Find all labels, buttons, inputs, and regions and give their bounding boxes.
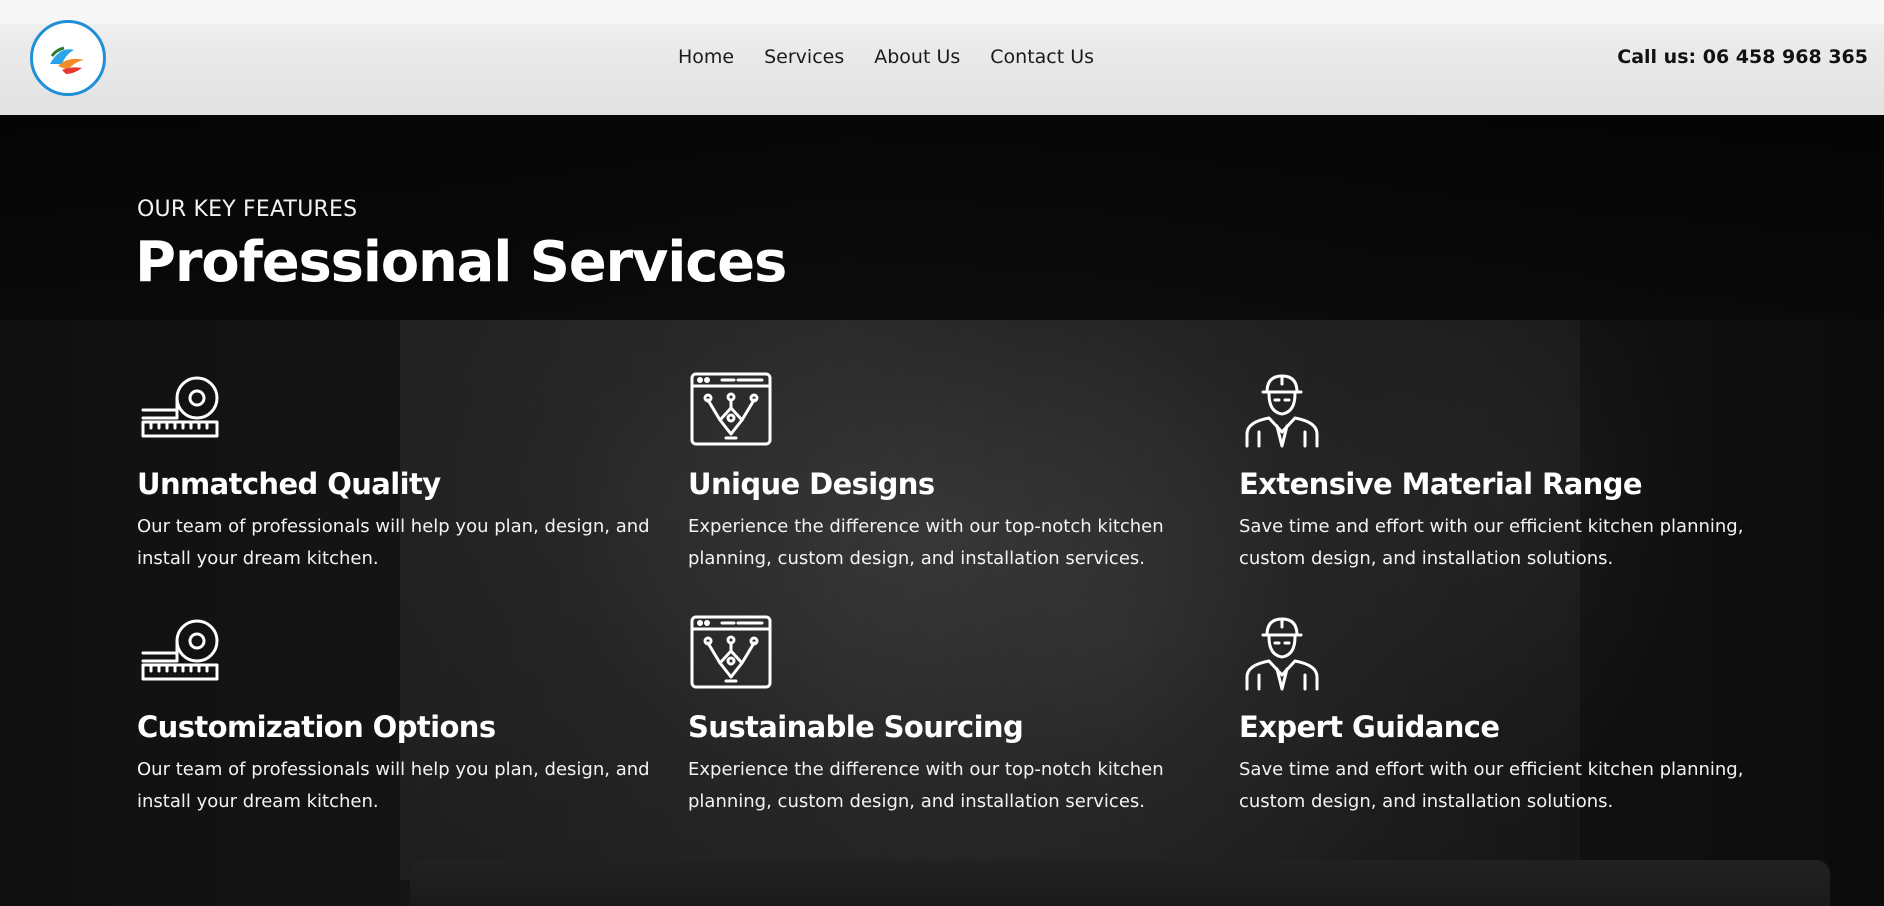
- feature-description: Experience the difference with our top-n…: [688, 759, 1164, 812]
- feature-card: Extensive Material Range Save time and e…: [1239, 370, 1759, 575]
- site-header: Home Services About Us Contact Us Call u…: [0, 0, 1884, 115]
- phone-number[interactable]: Call us: 06 458 968 365: [1617, 46, 1868, 68]
- main-navigation: Home Services About Us Contact Us: [678, 46, 1094, 68]
- feature-card: Unique Designs Experience the difference…: [688, 370, 1208, 575]
- feature-title: Customization Options: [137, 710, 496, 744]
- feature-title: Extensive Material Range: [1239, 467, 1643, 501]
- feature-title: Unmatched Quality: [137, 467, 441, 501]
- logo-mark-icon: [43, 33, 93, 83]
- feature-title: Sustainable Sourcing: [688, 710, 1024, 744]
- feature-title: Unique Designs: [688, 467, 935, 501]
- tape-measure-icon: [141, 619, 219, 681]
- nav-contact-us[interactable]: Contact Us: [990, 46, 1094, 68]
- feature-description: Save time and effort with our efficient …: [1239, 759, 1744, 812]
- section-eyebrow: OUR KEY FEATURES: [137, 197, 358, 222]
- feature-card: Unmatched Quality Our team of profession…: [137, 370, 657, 575]
- title-highlight: Services: [525, 230, 790, 295]
- design-window-icon: [690, 615, 772, 689]
- nav-services[interactable]: Services: [764, 46, 844, 68]
- features-grid: Unmatched Quality Our team of profession…: [137, 370, 1777, 870]
- feature-card: Expert Guidance Save time and effort wit…: [1239, 613, 1759, 818]
- feature-card: Sustainable Sourcing Experience the diff…: [688, 613, 1208, 818]
- worker-icon: [1245, 617, 1319, 691]
- feature-description: Save time and effort with our efficient …: [1239, 516, 1744, 569]
- feature-description: Our team of professionals will help you …: [137, 516, 650, 569]
- header-top-strip: [0, 0, 1884, 24]
- feature-description: Our team of professionals will help you …: [137, 759, 650, 812]
- worker-icon: [1245, 374, 1319, 448]
- features-section: OUR KEY FEATURES Professional Services U…: [0, 115, 1884, 906]
- feature-card: Customization Options Our team of profes…: [137, 613, 657, 818]
- nav-home[interactable]: Home: [678, 46, 734, 68]
- design-window-icon: [690, 372, 772, 446]
- section-title: Professional Services: [135, 230, 790, 295]
- nav-about-us[interactable]: About Us: [874, 46, 960, 68]
- feature-description: Experience the difference with our top-n…: [688, 516, 1164, 569]
- title-main: Professional: [135, 230, 512, 295]
- company-logo[interactable]: [30, 20, 106, 96]
- feature-title: Expert Guidance: [1239, 710, 1500, 744]
- tape-measure-icon: [141, 376, 219, 438]
